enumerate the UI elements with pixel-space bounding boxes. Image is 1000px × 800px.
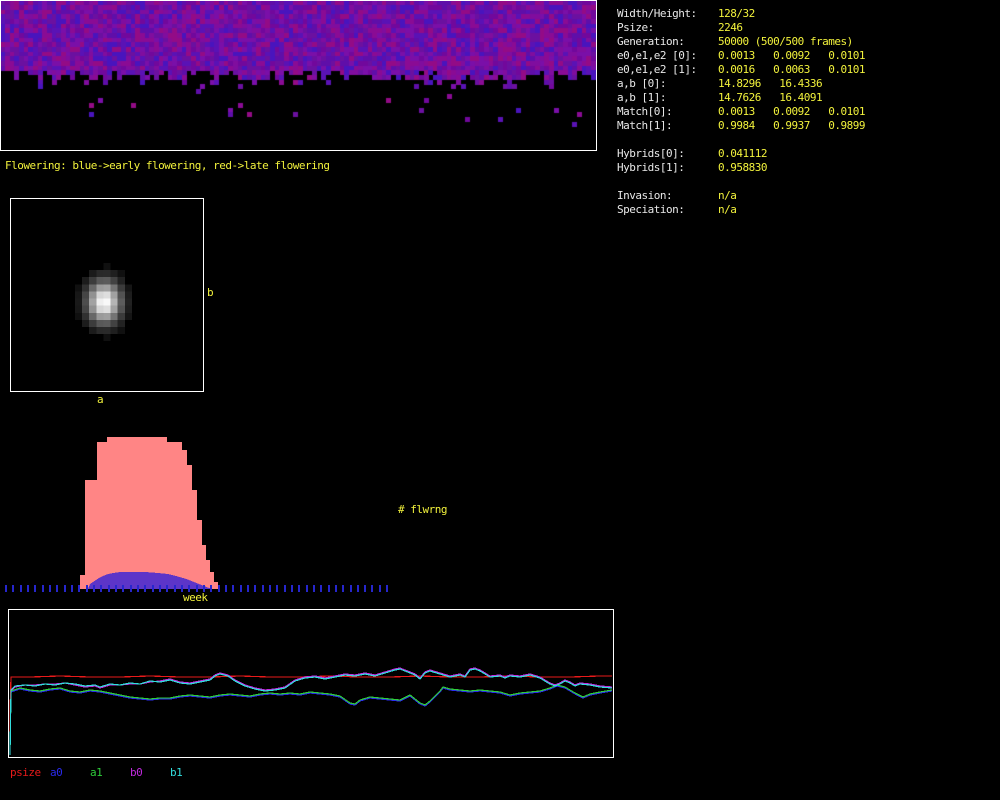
week-axis-tick xyxy=(144,585,146,592)
week-axis-tick xyxy=(159,585,161,592)
week-axis-tick xyxy=(210,585,212,592)
week-axis-tick xyxy=(78,585,80,592)
week-axis-tick xyxy=(284,585,286,592)
stat-row-psize: Psize: 2246 xyxy=(617,19,997,34)
week-axis-label: week xyxy=(183,591,208,604)
week-axis-tick xyxy=(386,585,388,592)
week-axis-tick xyxy=(152,585,154,592)
trait-axis-a-label: a xyxy=(97,393,104,406)
stats-panel: Width/Height: 128/32 Psize: 2246 Generatio… xyxy=(617,5,997,216)
week-axis-tick xyxy=(71,585,73,592)
trait-space-blob-canvas xyxy=(11,199,203,391)
week-axis-tick xyxy=(232,585,234,592)
population-grid-canvas xyxy=(1,1,596,150)
stat-row-hybrids-1: Hybrids[1]: 0.958830 xyxy=(617,159,997,174)
week-axis-tick xyxy=(313,585,315,592)
week-axis-tick xyxy=(320,585,322,592)
stat-row-ab-1: a,b [1]: 14.7626 16.4091 xyxy=(617,89,997,104)
week-axis-tick xyxy=(108,585,110,592)
stat-row-e012-1: e0,e1,e2 [1]: 0.0016 0.0063 0.0101 xyxy=(617,61,997,76)
week-axis-tick xyxy=(166,585,168,592)
week-axis-tick xyxy=(262,585,264,592)
week-axis-tick xyxy=(174,585,176,592)
stat-row-hybrids-0: Hybrids[0]: 0.041112 xyxy=(617,145,997,160)
flowering-count-label: # flwrng xyxy=(398,503,447,516)
trait-axis-b-label: b xyxy=(207,286,214,299)
flowering-note: Flowering: blue->early flowering, red->l… xyxy=(5,159,330,172)
week-axis-tick xyxy=(218,585,220,592)
week-axis-tick xyxy=(20,585,22,592)
week-axis-tick xyxy=(130,585,132,592)
stat-value: n/a xyxy=(718,203,737,216)
week-axis-tick xyxy=(5,585,7,592)
week-axis-tick xyxy=(115,585,117,592)
week-axis-tick xyxy=(27,585,29,592)
week-axis-tick xyxy=(137,585,139,592)
late-flowering-distribution xyxy=(80,437,218,589)
trait-space-panel xyxy=(10,198,204,392)
population-grid-panel xyxy=(0,0,597,151)
stat-row-spacer xyxy=(617,131,997,145)
week-axis-tick xyxy=(240,585,242,592)
legend-a0: a0 xyxy=(50,766,63,779)
week-axis-tick xyxy=(342,585,344,592)
week-axis-tick xyxy=(93,585,95,592)
early-flowering-distribution xyxy=(88,572,212,589)
week-axis-tick xyxy=(357,585,359,592)
stat-row-ab-0: a,b [0]: 14.8296 16.4336 xyxy=(617,75,997,90)
simulation-app: { "colors": { "background": "#000000", "… xyxy=(0,0,1000,800)
stat-row-invasion: Invasion: n/a xyxy=(617,187,997,202)
week-axis-tick xyxy=(269,585,271,592)
week-axis-tick xyxy=(100,585,102,592)
week-axis-tick xyxy=(42,585,44,592)
stat-label: Speciation: xyxy=(617,203,685,216)
week-axis-tick xyxy=(306,585,308,592)
legend-b0: b0 xyxy=(130,766,143,779)
stat-row-match-0: Match[0]: 0.0013 0.0092 0.0101 xyxy=(617,103,997,118)
week-axis-tick xyxy=(86,585,88,592)
legend-b1: b1 xyxy=(170,766,183,779)
week-axis-tick xyxy=(12,585,14,592)
week-axis-tick xyxy=(379,585,381,592)
week-axis-tick xyxy=(49,585,51,592)
week-axis-tick xyxy=(56,585,58,592)
stat-value: 0.958830 xyxy=(718,161,767,174)
stat-value: 0.9984 0.9937 0.9899 xyxy=(718,119,865,132)
week-axis-tick xyxy=(364,585,366,592)
week-axis-tick xyxy=(371,585,373,592)
stat-row-generation: Generation: 50000 (500/500 frames) xyxy=(617,33,997,48)
week-axis-tick xyxy=(122,585,124,592)
week-axis-tick xyxy=(328,585,330,592)
week-axis-tick xyxy=(34,585,36,592)
week-axis-tick xyxy=(247,585,249,592)
week-axis-tick xyxy=(254,585,256,592)
week-axis-tick xyxy=(298,585,300,592)
stat-row-match-1: Match[1]: 0.9984 0.9937 0.9899 xyxy=(617,117,997,132)
week-axis-tick xyxy=(335,585,337,592)
timeseries-panel-frame xyxy=(8,609,614,758)
stat-row-width-height: Width/Height: 128/32 xyxy=(617,5,997,20)
stat-row-e012-0: e0,e1,e2 [0]: 0.0013 0.0092 0.0101 xyxy=(617,47,997,62)
week-axis-tick xyxy=(291,585,293,592)
legend-a1: a1 xyxy=(90,766,103,779)
stat-row-spacer xyxy=(617,173,997,187)
week-axis-tick xyxy=(350,585,352,592)
week-axis-tick xyxy=(225,585,227,592)
legend-psize: psize xyxy=(10,766,41,779)
stat-row-speciation: Speciation: n/a xyxy=(617,201,997,216)
week-axis-tick xyxy=(276,585,278,592)
week-axis-tick xyxy=(64,585,66,592)
